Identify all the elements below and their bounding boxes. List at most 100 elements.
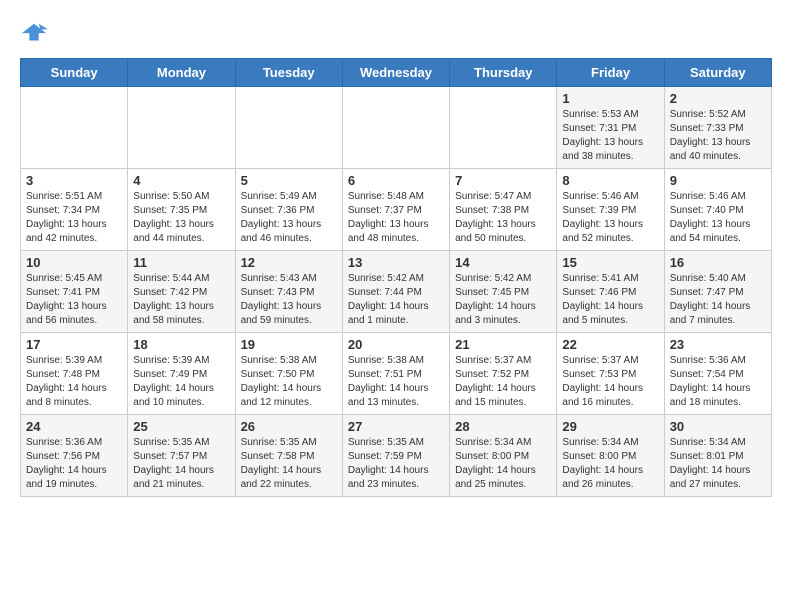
day-number: 23 [670,337,766,352]
calendar-cell: 28Sunrise: 5:34 AM Sunset: 8:00 PM Dayli… [450,415,557,497]
calendar-cell: 27 Sunrise: 5:35 AM Sunset: 7:59 PM Dayli… [342,415,449,497]
day-number: 21 [455,337,551,352]
day-info: Sunrise: 5:35 AM Sunset: 7:59 PM Dayligh… [348,436,444,492]
weekday-header-sunday: Sunday [21,59,128,87]
day-info: Sunrise: 5:34 AM Sunset: 8:00 PM Dayligh… [562,436,658,492]
day-info: Sunrise: 5:44 AM Sunset: 7:42 PM Dayligh… [133,272,229,328]
day-info: Sunrise: 5:46 AM Sunset: 7:39 PM Dayligh… [562,190,658,246]
day-number: 18 [133,337,229,352]
day-number: 2 [670,91,766,106]
weekday-header-wednesday: Wednesday [342,59,449,87]
day-number: 26 [241,419,337,434]
day-info: Sunrise: 5:49 AM Sunset: 7:36 PM Dayligh… [241,190,337,246]
calendar-cell: 4 Sunrise: 5:50 AM Sunset: 7:35 PM Daylig… [128,169,235,251]
calendar-cell: 5Sunrise: 5:49 AM Sunset: 7:36 PM Daylig… [235,169,342,251]
calendar-cell: 16 Sunrise: 5:40 AM Sunset: 7:47 PM Dayli… [664,251,771,333]
day-info: Sunrise: 5:48 AM Sunset: 7:37 PM Dayligh… [348,190,444,246]
calendar-cell: 3 Sunrise: 5:51 AM Sunset: 7:34 PM Daylig… [21,169,128,251]
day-number: 7 [455,173,551,188]
calendar-table: SundayMondayTuesdayWednesdayThursdayFrid… [20,58,772,497]
day-number: 19 [241,337,337,352]
day-info: Sunrise: 5:51 AM Sunset: 7:34 PM Dayligh… [26,190,122,246]
calendar-cell: 13 Sunrise: 5:42 AM Sunset: 7:44 PM Dayli… [342,251,449,333]
day-info: Sunrise: 5:43 AM Sunset: 7:43 PM Dayligh… [241,272,337,328]
day-number: 10 [26,255,122,270]
day-number: 8 [562,173,658,188]
week-row-1: 1 Sunrise: 5:53 AM Sunset: 7:31 PM Daylig… [21,87,772,169]
calendar-cell [128,87,235,169]
day-number: 16 [670,255,766,270]
calendar-cell: 30 Sunrise: 5:34 AM Sunset: 8:01 PM Dayli… [664,415,771,497]
day-number: 24 [26,419,122,434]
calendar-cell: 29 Sunrise: 5:34 AM Sunset: 8:00 PM Dayli… [557,415,664,497]
calendar-cell [21,87,128,169]
weekday-header-monday: Monday [128,59,235,87]
week-row-2: 3 Sunrise: 5:51 AM Sunset: 7:34 PM Daylig… [21,169,772,251]
day-number: 12 [241,255,337,270]
calendar-cell: 11 Sunrise: 5:44 AM Sunset: 7:42 PM Dayli… [128,251,235,333]
day-info: Sunrise: 5:36 AM Sunset: 7:54 PM Dayligh… [670,354,766,410]
day-info: Sunrise: 5:38 AM Sunset: 7:50 PM Dayligh… [241,354,337,410]
day-info: Sunrise: 5:45 AM Sunset: 7:41 PM Dayligh… [26,272,122,328]
day-info: Sunrise: 5:34 AM Sunset: 8:01 PM Dayligh… [670,436,766,492]
day-number: 20 [348,337,444,352]
week-row-3: 10 Sunrise: 5:45 AM Sunset: 7:41 PM Dayli… [21,251,772,333]
weekday-header-saturday: Saturday [664,59,771,87]
calendar-cell: 7 Sunrise: 5:47 AM Sunset: 7:38 PM Daylig… [450,169,557,251]
logo-icon [20,20,48,48]
day-info: Sunrise: 5:42 AM Sunset: 7:44 PM Dayligh… [348,272,444,328]
day-number: 29 [562,419,658,434]
page-header [20,20,772,48]
day-number: 15 [562,255,658,270]
day-number: 1 [562,91,658,106]
day-number: 27 [348,419,444,434]
calendar-cell: 10 Sunrise: 5:45 AM Sunset: 7:41 PM Dayli… [21,251,128,333]
day-info: Sunrise: 5:37 AM Sunset: 7:53 PM Dayligh… [562,354,658,410]
day-info: Sunrise: 5:47 AM Sunset: 7:38 PM Dayligh… [455,190,551,246]
calendar-cell: 22Sunrise: 5:37 AM Sunset: 7:53 PM Dayli… [557,333,664,415]
calendar-cell: 6 Sunrise: 5:48 AM Sunset: 7:37 PM Daylig… [342,169,449,251]
calendar-cell: 9 Sunrise: 5:46 AM Sunset: 7:40 PM Daylig… [664,169,771,251]
calendar-cell: 21 Sunrise: 5:37 AM Sunset: 7:52 PM Dayli… [450,333,557,415]
week-row-5: 24 Sunrise: 5:36 AM Sunset: 7:56 PM Dayli… [21,415,772,497]
calendar-cell: 8 Sunrise: 5:46 AM Sunset: 7:39 PM Daylig… [557,169,664,251]
day-number: 6 [348,173,444,188]
day-number: 11 [133,255,229,270]
logo [20,20,52,48]
day-info: Sunrise: 5:53 AM Sunset: 7:31 PM Dayligh… [562,108,658,164]
day-number: 9 [670,173,766,188]
day-number: 3 [26,173,122,188]
day-number: 14 [455,255,551,270]
week-row-4: 17Sunrise: 5:39 AM Sunset: 7:48 PM Dayli… [21,333,772,415]
calendar-cell [342,87,449,169]
day-info: Sunrise: 5:36 AM Sunset: 7:56 PM Dayligh… [26,436,122,492]
day-info: Sunrise: 5:35 AM Sunset: 7:57 PM Dayligh… [133,436,229,492]
calendar-cell: 17Sunrise: 5:39 AM Sunset: 7:48 PM Dayli… [21,333,128,415]
day-info: Sunrise: 5:50 AM Sunset: 7:35 PM Dayligh… [133,190,229,246]
weekday-header-tuesday: Tuesday [235,59,342,87]
calendar-cell: 15Sunrise: 5:41 AM Sunset: 7:46 PM Dayli… [557,251,664,333]
calendar-cell: 14Sunrise: 5:42 AM Sunset: 7:45 PM Dayli… [450,251,557,333]
day-number: 13 [348,255,444,270]
day-number: 25 [133,419,229,434]
weekday-header-row: SundayMondayTuesdayWednesdayThursdayFrid… [21,59,772,87]
weekday-header-friday: Friday [557,59,664,87]
calendar-cell [450,87,557,169]
calendar-cell: 19 Sunrise: 5:38 AM Sunset: 7:50 PM Dayli… [235,333,342,415]
day-number: 4 [133,173,229,188]
calendar-cell: 1 Sunrise: 5:53 AM Sunset: 7:31 PM Daylig… [557,87,664,169]
day-info: Sunrise: 5:38 AM Sunset: 7:51 PM Dayligh… [348,354,444,410]
day-info: Sunrise: 5:34 AM Sunset: 8:00 PM Dayligh… [455,436,551,492]
day-info: Sunrise: 5:52 AM Sunset: 7:33 PM Dayligh… [670,108,766,164]
day-info: Sunrise: 5:40 AM Sunset: 7:47 PM Dayligh… [670,272,766,328]
weekday-header-thursday: Thursday [450,59,557,87]
day-number: 30 [670,419,766,434]
day-info: Sunrise: 5:39 AM Sunset: 7:48 PM Dayligh… [26,354,122,410]
day-info: Sunrise: 5:35 AM Sunset: 7:58 PM Dayligh… [241,436,337,492]
day-info: Sunrise: 5:46 AM Sunset: 7:40 PM Dayligh… [670,190,766,246]
calendar-cell: 24 Sunrise: 5:36 AM Sunset: 7:56 PM Dayli… [21,415,128,497]
calendar-cell: 20 Sunrise: 5:38 AM Sunset: 7:51 PM Dayli… [342,333,449,415]
calendar-cell [235,87,342,169]
day-info: Sunrise: 5:37 AM Sunset: 7:52 PM Dayligh… [455,354,551,410]
day-info: Sunrise: 5:39 AM Sunset: 7:49 PM Dayligh… [133,354,229,410]
